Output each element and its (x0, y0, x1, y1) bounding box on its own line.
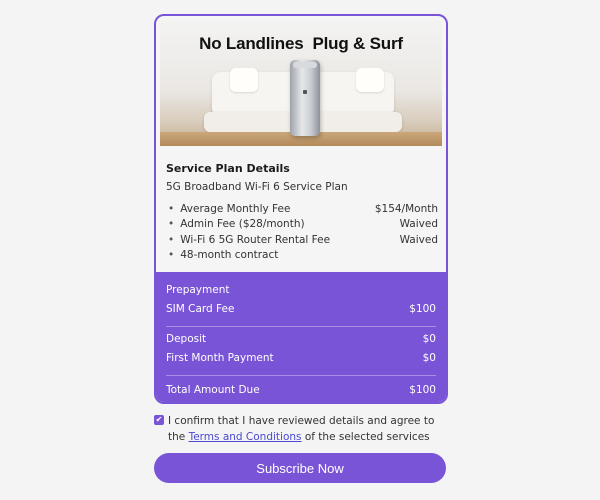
sim-card-fee-value: $100 (409, 303, 436, 315)
fee-value: $154/Month (374, 202, 438, 215)
terms-confirmation-text: I confirm that I have reviewed details a… (168, 413, 448, 445)
first-month-payment-row: First Month Payment $0 (166, 352, 436, 364)
fee-row: Wi-Fi 6 5G Router Rental Fee Waived (166, 232, 438, 248)
terms-checkbox[interactable]: ✔ (154, 415, 164, 425)
cushion-image (356, 68, 384, 92)
fee-row: Average Monthly Fee $154/Month (166, 201, 438, 217)
fee-row: Admin Fee ($28/month) Waived (166, 217, 438, 233)
fee-row: 48-month contract (166, 248, 438, 264)
router-image (290, 60, 320, 136)
service-plan-details: Service Plan Details 5G Broadband Wi-Fi … (166, 162, 438, 263)
deposit-row: Deposit $0 (166, 333, 436, 345)
divider (166, 326, 436, 327)
plan-name: 5G Broadband Wi-Fi 6 Service Plan (166, 181, 348, 193)
subscribe-now-button[interactable]: Subscribe Now (154, 453, 446, 483)
total-amount-due-label: Total Amount Due (166, 384, 260, 396)
deposit-value: $0 (422, 333, 436, 345)
terms-text-after: of the selected services (301, 431, 430, 443)
fee-value: Waived (399, 233, 438, 246)
fee-label: Average Monthly Fee (166, 203, 290, 215)
terms-and-conditions-link[interactable]: Terms and Conditions (189, 431, 302, 443)
total-amount-due-row: Total Amount Due $100 (166, 384, 436, 396)
cushion-image (230, 68, 258, 92)
hero-title: No Landlines Plug & Surf (199, 34, 403, 53)
total-amount-due-value: $100 (409, 384, 436, 396)
first-month-payment-label: First Month Payment (166, 352, 274, 364)
fee-label: 48-month contract (166, 249, 278, 261)
divider (166, 375, 436, 376)
prepayment-row: Prepayment (166, 284, 436, 296)
plan-card: No Landlines Plug & Surf Service Plan De… (154, 14, 448, 404)
first-month-payment-value: $0 (422, 352, 436, 364)
router-logo (303, 90, 307, 94)
sim-card-fee-row: SIM Card Fee $100 (166, 303, 436, 315)
sim-card-fee-label: SIM Card Fee (166, 303, 235, 315)
fee-label: Wi-Fi 6 5G Router Rental Fee (166, 234, 330, 246)
fee-value: Waived (399, 218, 438, 231)
fee-label: Admin Fee ($28/month) (166, 218, 304, 230)
prepayment-label: Prepayment (166, 284, 230, 296)
hero-image: No Landlines Plug & Surf (160, 20, 442, 146)
payment-summary: Prepayment SIM Card Fee $100 Deposit $0 … (156, 272, 446, 402)
checkmark-icon: ✔ (155, 415, 163, 424)
deposit-label: Deposit (166, 333, 207, 345)
details-title: Service Plan Details (166, 162, 290, 175)
